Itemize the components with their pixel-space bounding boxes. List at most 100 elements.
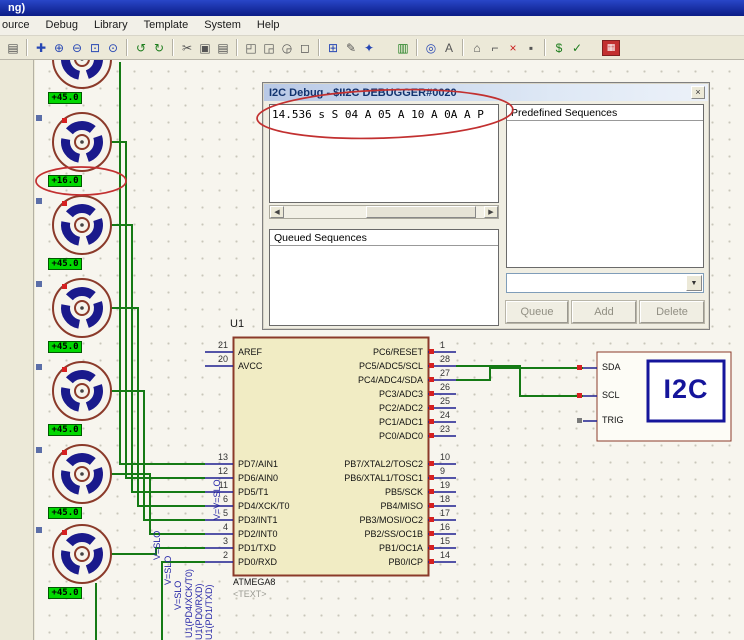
menu-library[interactable]: Library: [86, 16, 136, 35]
cut-icon[interactable]: ✂: [178, 39, 196, 57]
menu-debug[interactable]: Debug: [38, 16, 86, 35]
pin-name: AVCC: [238, 360, 262, 372]
pin-number: 17: [440, 507, 464, 519]
wire-label: V=V=SLO: [212, 479, 222, 520]
block-move-icon[interactable]: ◲: [260, 39, 278, 57]
i2c-pin-trig: TRIG: [602, 415, 624, 425]
design-explorer-icon[interactable]: ⌂: [468, 39, 486, 57]
new-design-icon[interactable]: ▤: [4, 39, 22, 57]
motor-value[interactable]: +45.0: [48, 258, 82, 270]
remove-sheet-icon[interactable]: ×: [504, 39, 522, 57]
queue-button[interactable]: Queue: [506, 301, 568, 323]
pin-name: PC0/ADC0: [283, 430, 423, 442]
queued-sequences-label: Queued Sequences: [270, 230, 498, 246]
window-titlebar[interactable]: ng): [0, 0, 744, 16]
log-horizontal-scrollbar[interactable]: ◀ ▶: [269, 205, 499, 219]
pin-number: 23: [440, 423, 464, 435]
i2c-device-label: I2C: [648, 374, 724, 405]
motor-value[interactable]: +45.0: [48, 587, 82, 599]
zoom-all-icon[interactable]: ⊙: [104, 39, 122, 57]
pin-name: PC5/ADC5/SCL: [283, 360, 423, 372]
menu-template[interactable]: Template: [136, 16, 197, 35]
pin-name: PB7/XTAL2/TOSC2: [283, 458, 423, 470]
scrollbar-thumb[interactable]: [366, 206, 476, 218]
erc-icon[interactable]: ✓: [568, 39, 586, 57]
block-copy-icon[interactable]: ◰: [242, 39, 260, 57]
pin-name: PD0/RXD: [238, 556, 277, 568]
pin-number: 28: [440, 353, 464, 365]
pin-name: PD6/AIN0: [238, 472, 278, 484]
chip-value[interactable]: ATMEGA8: [233, 577, 275, 587]
property-tool-icon[interactable]: A: [440, 39, 458, 57]
menu-help[interactable]: Help: [249, 16, 288, 35]
pin-number: 4: [204, 521, 228, 533]
pin-name: PB5/SCK: [283, 486, 423, 498]
pin-number: 20: [204, 353, 228, 365]
add-button[interactable]: Add: [572, 301, 636, 323]
wire-label: U1(PD1/TXD): [204, 584, 214, 640]
i2c-log-line: 14.536 s S 04 A 05 A 10 A 0A A P: [270, 105, 498, 124]
block-rotate-icon[interactable]: ◶: [278, 39, 296, 57]
predefined-sequences-panel[interactable]: Predefined Sequences: [506, 104, 704, 268]
scroll-right-icon[interactable]: ▶: [484, 206, 498, 218]
i2c-log-area[interactable]: 14.536 s S 04 A 05 A 10 A 0A A P: [269, 104, 499, 203]
component-mode-icon[interactable]: ▥: [394, 39, 412, 57]
pin-name: PD7/AIN1: [238, 458, 278, 470]
motor-value[interactable]: +45.0: [48, 424, 82, 436]
zoom-out-icon[interactable]: ⊖: [68, 39, 86, 57]
new-sheet-icon[interactable]: ⌐: [486, 39, 504, 57]
toolbar-separator: [318, 39, 320, 56]
search-icon[interactable]: ◎: [422, 39, 440, 57]
pin-name: PB4/MISO: [283, 500, 423, 512]
wire-label: V=SLO: [163, 556, 173, 585]
pin-number: 2: [204, 549, 228, 561]
pin-number: 19: [440, 479, 464, 491]
i2c-pin-sda: SDA: [602, 362, 621, 372]
pin-name: PB1/OC1A: [283, 542, 423, 554]
pan-icon[interactable]: ✚: [32, 39, 50, 57]
queued-sequences-panel[interactable]: Queued Sequences: [269, 229, 499, 326]
scroll-left-icon[interactable]: ◀: [270, 206, 284, 218]
motor-value[interactable]: +16.0: [48, 175, 82, 187]
terminal-mode-icon[interactable]: ▪: [522, 39, 540, 57]
motor-value[interactable]: +45.0: [48, 507, 82, 519]
pin-number: 25: [440, 395, 464, 407]
i2c-pin-scl: SCL: [602, 390, 620, 400]
pin-number: 16: [440, 521, 464, 533]
pin-name: PD3/INT1: [238, 514, 278, 526]
ares-netlist-icon[interactable]: ▦: [602, 40, 620, 56]
redo-icon[interactable]: ↻: [150, 39, 168, 57]
motor-value[interactable]: +45.0: [48, 92, 82, 104]
pin-number: 1: [440, 339, 464, 351]
toolbar-separator: [236, 39, 238, 56]
pin-name: PB3/MOSI/OC2: [283, 514, 423, 526]
sequence-dropdown[interactable]: ▼: [506, 273, 704, 293]
zoom-in-icon[interactable]: ⊕: [50, 39, 68, 57]
chip-reference[interactable]: U1: [230, 318, 244, 330]
delete-button[interactable]: Delete: [640, 301, 704, 323]
debug-window-titlebar[interactable]: I2C Debug - $II2C DEBUGGER#0020 ×: [264, 84, 708, 101]
packaging-tool-icon[interactable]: ✦: [360, 39, 378, 57]
menu-source[interactable]: ource: [0, 16, 38, 35]
copy-icon[interactable]: ▣: [196, 39, 214, 57]
predefined-sequences-label: Predefined Sequences: [507, 105, 703, 121]
bom-icon[interactable]: $: [550, 39, 568, 57]
block-delete-icon[interactable]: ◻: [296, 39, 314, 57]
wire-label: V=SLO: [152, 531, 162, 560]
close-icon[interactable]: ×: [691, 86, 705, 99]
pin-number: 14: [440, 549, 464, 561]
pin-number: 26: [440, 381, 464, 393]
undo-icon[interactable]: ↺: [132, 39, 150, 57]
menu-system[interactable]: System: [196, 16, 249, 35]
paste-icon[interactable]: ▤: [214, 39, 232, 57]
pick-device-icon[interactable]: ⊞: [324, 39, 342, 57]
toolbar-separator: [172, 39, 174, 56]
pin-name: PC6/RESET: [283, 346, 423, 358]
debug-window-title: I2C Debug - $II2C DEBUGGER#0020: [264, 87, 691, 99]
make-device-icon[interactable]: ✎: [342, 39, 360, 57]
zoom-area-icon[interactable]: ⊡: [86, 39, 104, 57]
motor-value[interactable]: +45.0: [48, 341, 82, 353]
chevron-down-icon[interactable]: ▼: [686, 275, 702, 291]
toolbar-separator: [26, 39, 28, 56]
pin-name: PD1/TXD: [238, 542, 276, 554]
